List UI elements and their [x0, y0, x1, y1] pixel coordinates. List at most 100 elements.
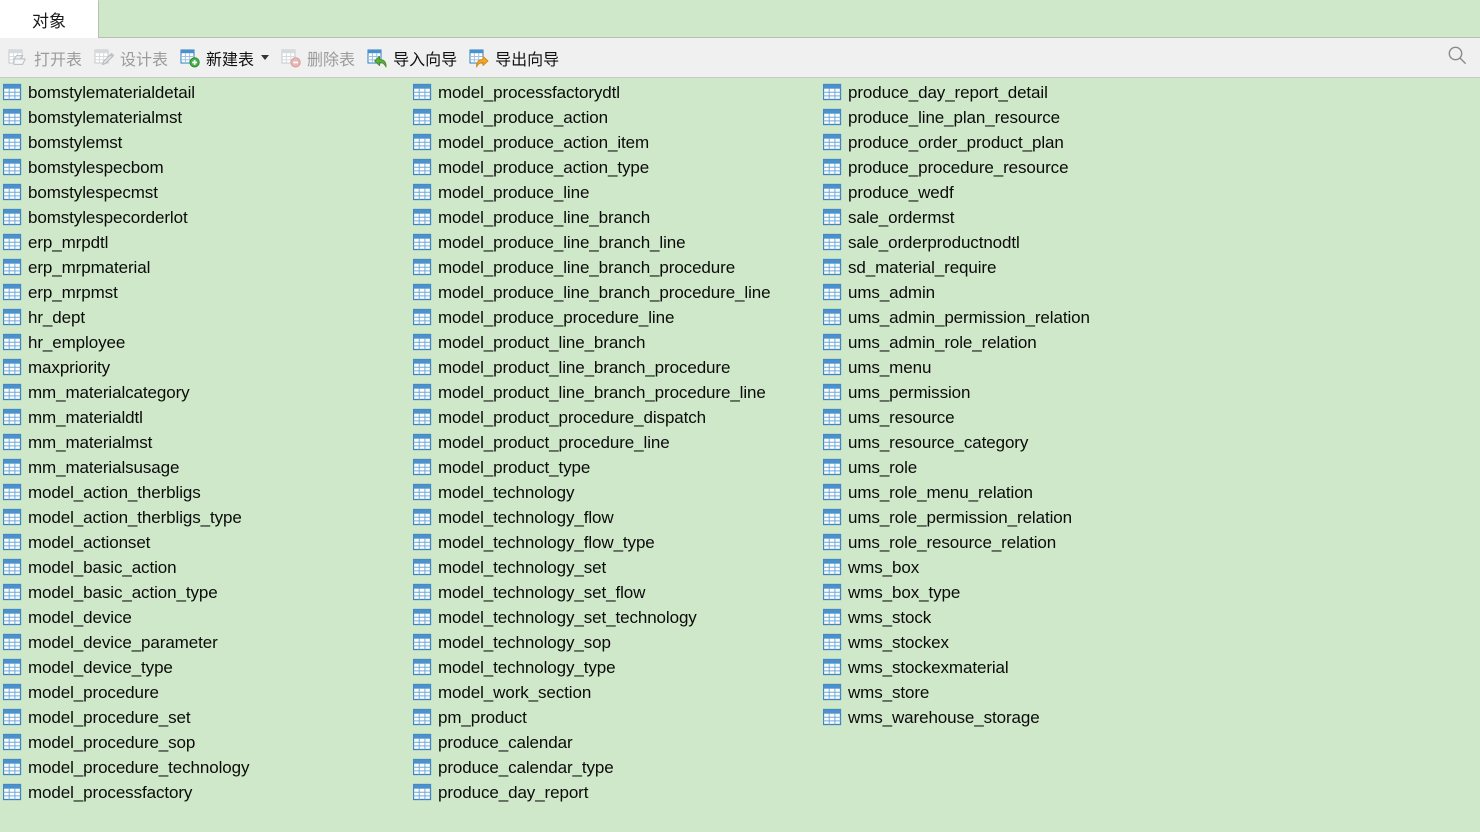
- tab-objects[interactable]: 对象: [0, 0, 98, 38]
- object-list[interactable]: bomstylematerialdetail bomstylematerialms…: [0, 78, 1480, 831]
- list-item-label: model_technology_set_technology: [438, 607, 697, 627]
- open-table-button[interactable]: 打开表: [4, 41, 90, 75]
- list-item[interactable]: model_produce_line_branch_procedure_line: [410, 280, 820, 305]
- list-item[interactable]: model_device: [0, 605, 410, 630]
- new-table-button[interactable]: 新建表: [176, 41, 277, 75]
- list-item[interactable]: model_action_therbligs: [0, 480, 410, 505]
- list-item[interactable]: produce_calendar: [410, 730, 820, 755]
- list-item[interactable]: model_produce_line_branch_line: [410, 230, 820, 255]
- list-item[interactable]: hr_employee: [0, 330, 410, 355]
- list-item[interactable]: model_produce_line_branch: [410, 205, 820, 230]
- list-item[interactable]: ums_admin_role_relation: [820, 330, 1480, 355]
- list-item[interactable]: model_processfactorydtl: [410, 80, 820, 105]
- list-item[interactable]: produce_calendar_type: [410, 755, 820, 780]
- list-item[interactable]: model_product_line_branch_procedure_line: [410, 380, 820, 405]
- list-item[interactable]: model_produce_procedure_line: [410, 305, 820, 330]
- list-item[interactable]: mm_materialcategory: [0, 380, 410, 405]
- list-item[interactable]: model_device_parameter: [0, 630, 410, 655]
- design-table-button[interactable]: 设计表: [90, 41, 176, 75]
- list-item[interactable]: model_processfactory: [0, 780, 410, 805]
- list-item-label: wms_box_type: [848, 582, 961, 602]
- list-item[interactable]: maxpriority: [0, 355, 410, 380]
- list-item[interactable]: wms_box_type: [820, 580, 1480, 605]
- delete-table-button[interactable]: 删除表: [277, 41, 363, 75]
- list-item[interactable]: model_produce_line_branch_procedure: [410, 255, 820, 280]
- list-item[interactable]: model_procedure_set: [0, 705, 410, 730]
- list-item[interactable]: model_product_line_branch: [410, 330, 820, 355]
- tab-objects-label: 对象: [32, 11, 66, 31]
- list-item[interactable]: model_actionset: [0, 530, 410, 555]
- list-item[interactable]: sale_ordermst: [820, 205, 1480, 230]
- list-item[interactable]: model_product_procedure_dispatch: [410, 405, 820, 430]
- list-item[interactable]: model_technology_flow: [410, 505, 820, 530]
- list-item[interactable]: model_produce_action_item: [410, 130, 820, 155]
- list-item[interactable]: model_procedure_sop: [0, 730, 410, 755]
- list-item[interactable]: wms_box: [820, 555, 1480, 580]
- list-item[interactable]: model_product_line_branch_procedure: [410, 355, 820, 380]
- list-item[interactable]: ums_permission: [820, 380, 1480, 405]
- chevron-down-icon[interactable]: [261, 55, 270, 60]
- list-item[interactable]: ums_menu: [820, 355, 1480, 380]
- list-item[interactable]: model_procedure: [0, 680, 410, 705]
- list-item[interactable]: mm_materialmst: [0, 430, 410, 455]
- list-item[interactable]: wms_store: [820, 680, 1480, 705]
- list-item[interactable]: produce_wedf: [820, 180, 1480, 205]
- list-item[interactable]: mm_materialsusage: [0, 455, 410, 480]
- list-item[interactable]: ums_admin_permission_relation: [820, 305, 1480, 330]
- list-item[interactable]: ums_admin: [820, 280, 1480, 305]
- list-item[interactable]: sd_material_require: [820, 255, 1480, 280]
- list-item[interactable]: model_work_section: [410, 680, 820, 705]
- search-button[interactable]: [1444, 45, 1470, 71]
- list-item[interactable]: model_technology_set_technology: [410, 605, 820, 630]
- table-icon: [413, 758, 432, 777]
- list-item[interactable]: model_produce_action: [410, 105, 820, 130]
- list-item[interactable]: model_product_type: [410, 455, 820, 480]
- list-item[interactable]: ums_role_resource_relation: [820, 530, 1480, 555]
- list-item[interactable]: ums_role_permission_relation: [820, 505, 1480, 530]
- list-item[interactable]: model_produce_line: [410, 180, 820, 205]
- list-item[interactable]: wms_stock: [820, 605, 1480, 630]
- list-item[interactable]: produce_line_plan_resource: [820, 105, 1480, 130]
- list-item[interactable]: ums_resource: [820, 405, 1480, 430]
- list-item[interactable]: model_technology_sop: [410, 630, 820, 655]
- list-item[interactable]: model_procedure_technology: [0, 755, 410, 780]
- list-item[interactable]: produce_order_product_plan: [820, 130, 1480, 155]
- table-icon: [823, 633, 842, 652]
- list-item[interactable]: pm_product: [410, 705, 820, 730]
- list-item[interactable]: model_technology_set: [410, 555, 820, 580]
- list-item[interactable]: bomstylespecorderlot: [0, 205, 410, 230]
- list-item[interactable]: erp_mrpdtl: [0, 230, 410, 255]
- list-item[interactable]: ums_role_menu_relation: [820, 480, 1480, 505]
- list-item[interactable]: erp_mrpmst: [0, 280, 410, 305]
- list-item[interactable]: wms_warehouse_storage: [820, 705, 1480, 730]
- list-item[interactable]: bomstylespecmst: [0, 180, 410, 205]
- list-item[interactable]: wms_stockexmaterial: [820, 655, 1480, 680]
- list-item[interactable]: model_produce_action_type: [410, 155, 820, 180]
- list-item[interactable]: model_basic_action: [0, 555, 410, 580]
- list-item[interactable]: produce_procedure_resource: [820, 155, 1480, 180]
- list-item[interactable]: bomstylematerialdetail: [0, 80, 410, 105]
- list-item[interactable]: model_basic_action_type: [0, 580, 410, 605]
- list-item[interactable]: model_technology: [410, 480, 820, 505]
- list-item[interactable]: ums_role: [820, 455, 1480, 480]
- import-wizard-button[interactable]: 导入向导: [363, 41, 465, 75]
- list-item[interactable]: erp_mrpmaterial: [0, 255, 410, 280]
- list-item[interactable]: model_action_therbligs_type: [0, 505, 410, 530]
- list-item[interactable]: model_product_procedure_line: [410, 430, 820, 455]
- list-item[interactable]: bomstylemst: [0, 130, 410, 155]
- list-item[interactable]: model_technology_type: [410, 655, 820, 680]
- list-item[interactable]: bomstylematerialmst: [0, 105, 410, 130]
- list-item-label: model_procedure: [28, 682, 159, 702]
- list-item[interactable]: model_technology_set_flow: [410, 580, 820, 605]
- list-item[interactable]: bomstylespecbom: [0, 155, 410, 180]
- export-wizard-button[interactable]: 导出向导: [465, 41, 567, 75]
- list-item[interactable]: hr_dept: [0, 305, 410, 330]
- list-item[interactable]: produce_day_report: [410, 780, 820, 805]
- list-item[interactable]: model_device_type: [0, 655, 410, 680]
- list-item[interactable]: sale_orderproductnodtl: [820, 230, 1480, 255]
- list-item[interactable]: produce_day_report_detail: [820, 80, 1480, 105]
- list-item[interactable]: ums_resource_category: [820, 430, 1480, 455]
- list-item[interactable]: mm_materialdtl: [0, 405, 410, 430]
- list-item[interactable]: model_technology_flow_type: [410, 530, 820, 555]
- list-item[interactable]: wms_stockex: [820, 630, 1480, 655]
